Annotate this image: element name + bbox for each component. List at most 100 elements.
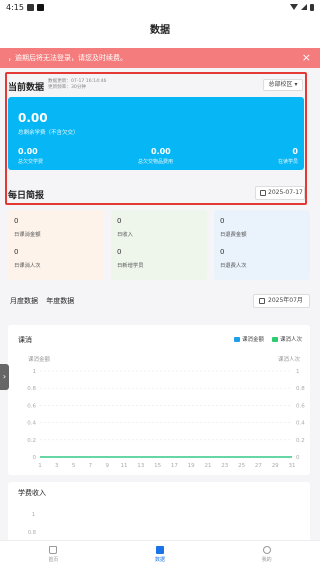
stat-label: 日收入 (117, 232, 133, 238)
notification-icon (36, 3, 44, 11)
daily-card-refund[interactable]: 0 日退费金额 0 日退费人次 (214, 210, 310, 280)
y-tick-label: 0.2 (27, 438, 36, 444)
y-tick-label: 0.8 (27, 386, 36, 392)
tab-me[interactable]: 我的 (213, 541, 320, 568)
students-value: 0 (292, 147, 298, 156)
campus-select[interactable]: 总部校区 ▾ (263, 79, 303, 91)
tab-label: 我的 (261, 557, 272, 563)
y-tick-label-right: 0 (296, 455, 300, 461)
stat-value: 0 (117, 248, 122, 256)
chart-icon (156, 546, 164, 554)
x-tick-label: 13 (137, 463, 144, 469)
x-tick-label: 11 (121, 463, 128, 469)
consumption-line-chart: 课消金额 课消人次1 10.8 0.80.6 0.60.4 0.40.2 0.20 01 3 5 7… (27, 355, 305, 469)
stat-label: 日退费人次 (220, 263, 247, 269)
y-tick-label: 0 (33, 455, 37, 461)
expiry-notice-banner: ，逾期后将无法登录，请您及时续费。 × (0, 48, 320, 68)
daily-report-title: 每日简报 (8, 191, 45, 201)
smiley-icon (262, 546, 271, 554)
owed-items-value: 0.00 (151, 147, 171, 156)
y-tick: 1 (32, 512, 36, 518)
x-tick-label: 31 (289, 463, 296, 469)
owed-tuition-value: 0.00 (18, 147, 38, 156)
calendar-icon (260, 190, 266, 196)
stat-label: 日新增学员 (117, 263, 144, 269)
page-title: 数据 (0, 14, 320, 48)
x-tick-label: 21 (205, 463, 212, 469)
tab-monthly[interactable]: 月度数据 (10, 297, 38, 305)
tab-label: 数据 (155, 557, 166, 563)
side-drawer-handle[interactable]: › (0, 364, 9, 390)
battery-icon (310, 3, 314, 11)
x-tick-label: 27 (255, 463, 262, 469)
total-remaining-value: 0.00 (18, 111, 48, 125)
daily-card-consumption[interactable]: 0 日课消金额 0 日课消人次 (8, 210, 104, 280)
bottom-tabbar: 首页 数据 我的 (0, 540, 320, 568)
daily-grid: 0 日课消金额 0 日课消人次 0 日收入 0 日新增学员 0 日退费金额 0 … (8, 210, 310, 280)
stat-label: 日课消人次 (14, 263, 41, 269)
date-label: 2025-07-17 (268, 189, 303, 196)
x-tick-label: 23 (221, 463, 228, 469)
stat-value: 0 (14, 217, 19, 225)
campus-label: 总部校区 (268, 81, 293, 88)
y-tick-label-right: 0.8 (296, 386, 305, 392)
update-info: 数据更新：07-17 16:14:46 更新频率：30分钟 (48, 79, 106, 91)
y-axis-label-right: 课消人次 (278, 355, 301, 363)
consumption-chart-card: 课消 课消金额 课消人次 课消金额 课消人次 1 1 0.8 0.8 0.6 0.6 0.4 0.… (8, 325, 310, 475)
x-tick-label: 5 (72, 463, 76, 469)
chevron-down-icon: ▾ (294, 81, 298, 88)
y-tick-label-right: 0.4 (296, 421, 305, 427)
y-axis-label-left: 课消金额 (28, 355, 51, 363)
notification-icon (26, 3, 34, 11)
owed-tuition-label: 总欠交学费 (18, 159, 44, 165)
chart-title: 学费收入 (18, 489, 46, 497)
y-tick-label-right: 0.2 (296, 438, 305, 444)
income-chart-card: 学费收入 1 0.8 (8, 482, 310, 542)
month-label: 2025年07月 (268, 297, 303, 304)
month-picker-button[interactable]: 2025年07月 (253, 294, 310, 308)
x-tick-label: 19 (188, 463, 195, 469)
stat-label: 日课消金额 (14, 232, 41, 238)
y-tick-label: 1 (33, 369, 37, 375)
home-icon (49, 546, 58, 554)
tab-data[interactable]: 数据 (107, 541, 214, 568)
owed-items-label: 总欠交物品费用 (138, 159, 174, 165)
daily-card-income[interactable]: 0 日收入 0 日新增学员 (111, 210, 207, 280)
screen: 4:15 数据 ，逾期后将无法登录，请您及时续费。 × 当前数据 数据更新：07… (0, 0, 320, 568)
tab-yearly[interactable]: 年度数据 (46, 297, 74, 305)
x-tick-label: 17 (171, 463, 178, 469)
stats-tabs: 月度数据 年度数据 (10, 296, 80, 306)
stat-value: 0 (220, 248, 225, 256)
stat-value: 0 (220, 217, 225, 225)
y-tick: 0.8 (28, 530, 36, 536)
chevron-right-icon: › (2, 372, 7, 381)
x-tick-label: 15 (154, 463, 161, 469)
y-tick-label-right: 0.6 (296, 403, 305, 409)
update-frequency: 更新频率：30分钟 (48, 85, 87, 90)
x-tick-label: 7 (89, 463, 93, 469)
wifi-icon (290, 4, 298, 10)
total-remaining-label: 总剩余学费（不含欠交） (18, 130, 79, 136)
close-icon[interactable]: × (302, 51, 311, 65)
signal-icon (301, 4, 307, 10)
stat-value: 0 (14, 248, 19, 256)
current-data-title: 当前数据 (8, 83, 45, 93)
x-tick-label: 9 (105, 463, 109, 469)
y-tick-label: 0.6 (27, 403, 36, 409)
x-tick-label: 1 (38, 463, 42, 469)
students-label: 在读学员 (277, 159, 298, 165)
x-tick-label: 3 (55, 463, 59, 469)
x-tick-label: 25 (238, 463, 245, 469)
tab-label: 首页 (48, 557, 59, 563)
status-bar: 4:15 (0, 0, 320, 14)
tab-home[interactable]: 首页 (0, 541, 107, 568)
status-time: 4:15 (6, 2, 24, 12)
calendar-icon (259, 298, 265, 304)
stat-label: 日退费金额 (220, 232, 247, 238)
x-tick-label: 29 (272, 463, 279, 469)
y-tick-label-right: 1 (296, 369, 300, 375)
notice-text: ，逾期后将无法登录，请您及时续费。 (8, 54, 127, 62)
y-tick-label: 0.4 (27, 421, 36, 427)
date-picker-button[interactable]: 2025-07-17 (255, 186, 305, 200)
stat-value: 0 (117, 217, 122, 225)
